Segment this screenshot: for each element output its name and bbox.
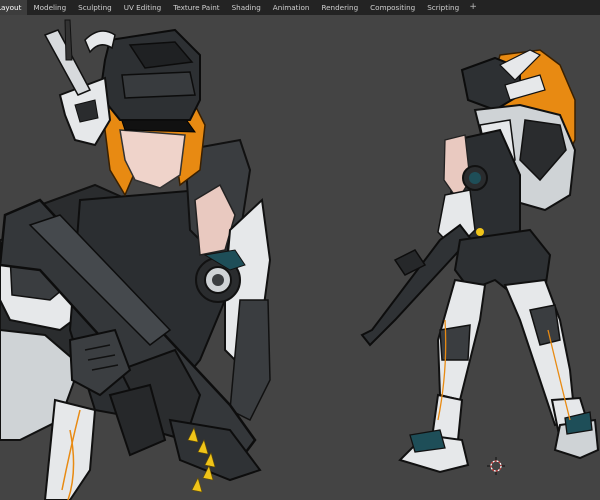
tab-shading[interactable]: Shading	[226, 0, 267, 15]
3d-cursor-icon	[487, 457, 505, 475]
back-character-model[interactable]	[360, 49, 600, 474]
tab-modeling[interactable]: Modeling	[27, 0, 72, 15]
tab-uv-editing[interactable]: UV Editing	[118, 0, 168, 15]
workspace-tab-bar: Layout Modeling Sculpting UV Editing Tex…	[0, 0, 600, 16]
tab-texture-paint[interactable]: Texture Paint	[167, 0, 225, 15]
tab-animation[interactable]: Animation	[267, 0, 316, 15]
front-character-model[interactable]	[0, 19, 272, 500]
tab-rendering[interactable]: Rendering	[315, 0, 364, 15]
tab-sculpting[interactable]: Sculpting	[72, 0, 118, 15]
add-workspace-icon[interactable]: +	[465, 0, 481, 15]
viewport-scene	[0, 19, 600, 500]
tab-compositing[interactable]: Compositing	[364, 0, 421, 15]
tab-layout[interactable]: Layout	[0, 0, 28, 15]
tab-scripting[interactable]: Scripting	[421, 0, 465, 15]
3d-viewport[interactable]	[0, 15, 600, 500]
